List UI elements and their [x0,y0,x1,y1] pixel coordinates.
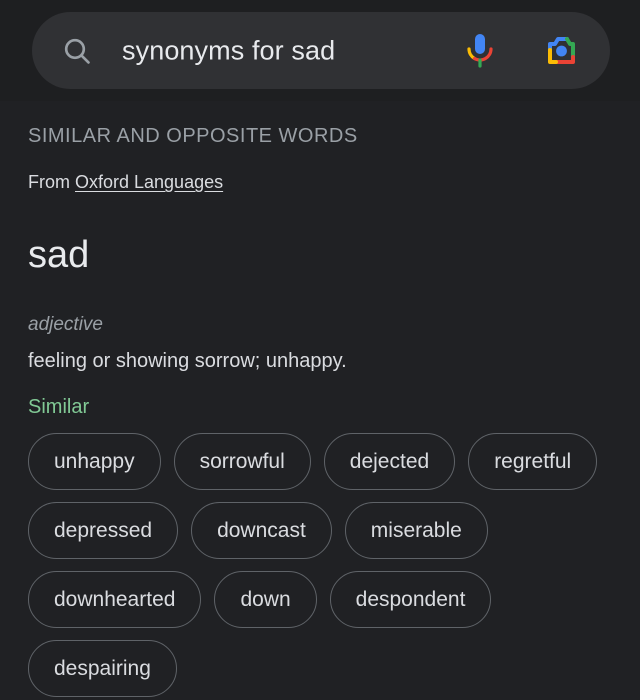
google-lens-camera-icon[interactable] [537,28,583,74]
oxford-languages-link[interactable]: Oxford Languages [75,172,223,192]
search-icon [60,34,94,68]
source-prefix: From [28,172,75,192]
synonym-chip[interactable]: downcast [191,502,332,559]
dictionary-result-panel: SIMILAR AND OPPOSITE WORDS From Oxford L… [0,101,640,697]
page-title: sad [28,234,90,276]
synonym-chip[interactable]: unhappy [28,433,161,490]
synonym-chip[interactable]: miserable [344,502,488,559]
synonym-chip[interactable]: despondent [329,571,492,628]
source-attribution: From Oxford Languages [28,172,612,193]
similar-section-label: Similar [28,396,90,418]
search-input[interactable]: synonyms for sad [122,35,335,66]
synonym-chip[interactable]: sorrowful [173,433,311,490]
synonym-chip[interactable]: dejected [323,433,456,490]
synonym-chip-list: unhappy sorrowful dejected regretful depress… [28,433,612,697]
synonym-chip[interactable]: despairing [28,640,177,697]
definition-text: feeling or showing sorrow; unhappy. [28,350,347,372]
synonym-chip[interactable]: down [214,571,317,628]
section-label: SIMILAR AND OPPOSITE WORDS [28,125,358,147]
part-of-speech: adjective [28,314,103,335]
microphone-icon[interactable] [460,29,500,73]
search-header: synonyms for sad [0,0,640,101]
synonym-chip[interactable]: regretful [468,433,598,490]
google-search-results-page: synonyms for sad SIMILAR AND OPPOSITE WO… [0,0,640,700]
synonym-chip[interactable]: downhearted [28,571,202,628]
synonym-chip[interactable]: depressed [28,502,179,559]
search-bar[interactable]: synonyms for sad [32,12,610,89]
